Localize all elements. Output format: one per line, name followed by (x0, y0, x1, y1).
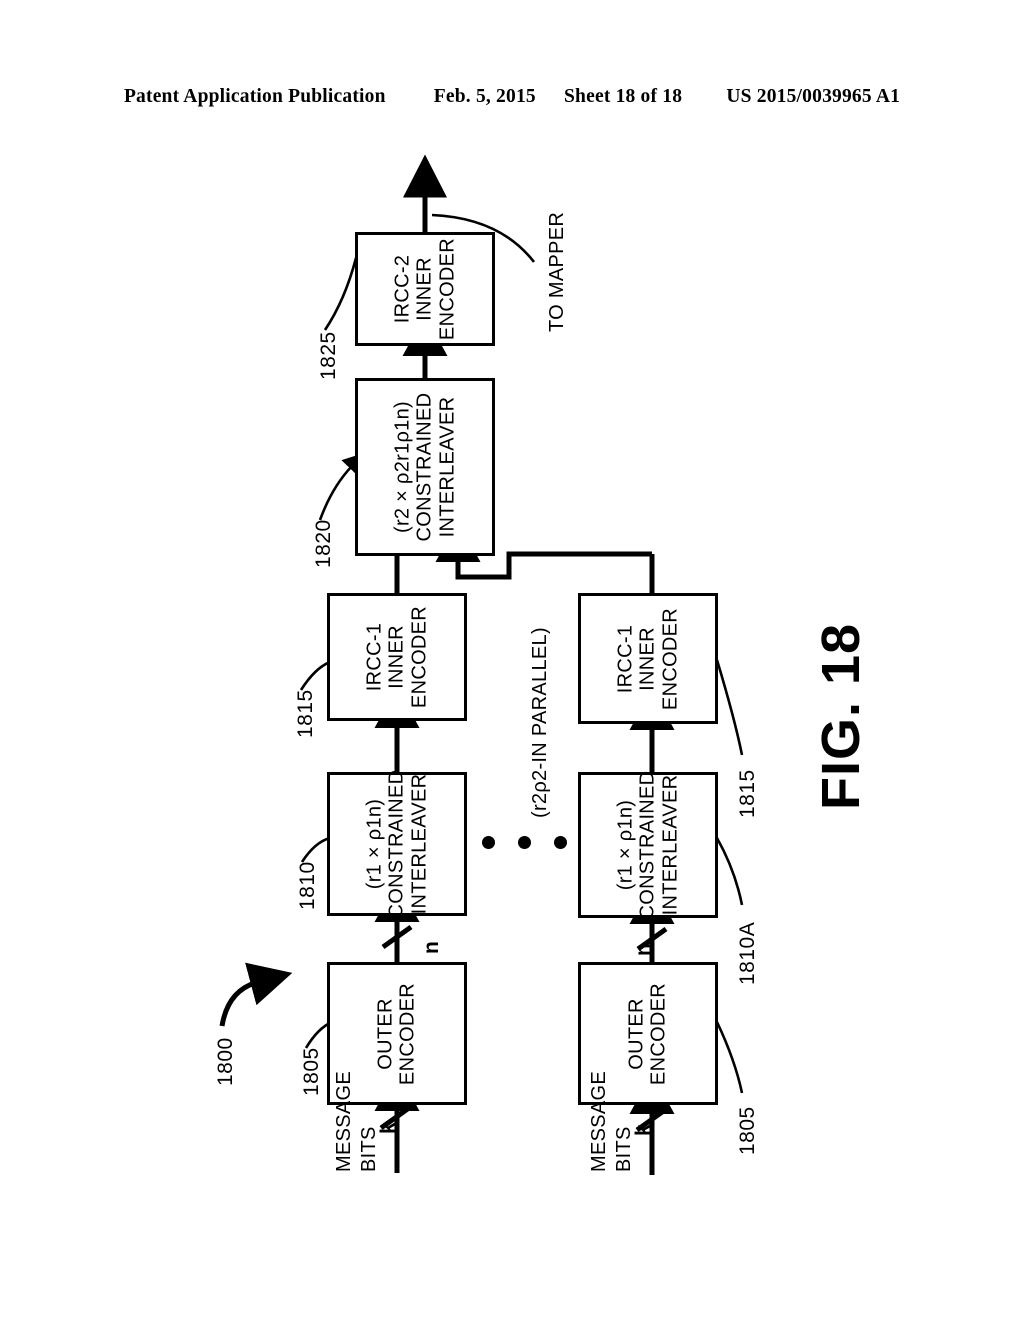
ircc2-line1: IRCC-2 (391, 254, 414, 324)
ircc1-bottom-line3: ENCODER (659, 607, 682, 710)
block-interleaver-top-label: (r1 × ρ1n) CONSTRAINED INTERLEAVER (363, 770, 430, 919)
interleaver2-line1: CONSTRAINED (413, 392, 436, 542)
block-constrained-interleaver-bottom[interactable]: (r1 × ρ1n) CONSTRAINED INTERLEAVER (578, 771, 718, 920)
interleaver-bottom-line2: INTERLEAVER (659, 774, 682, 916)
ref-numeral-1805-bottom: 1805 (736, 1106, 759, 1155)
ref-numeral-1810A-bottom: 1810A (736, 921, 759, 985)
interleaver-bottom-formula: (r1 × ρ1n) (614, 799, 637, 891)
ircc1-bottom-line1: IRCC-1 (614, 624, 637, 693)
interleaver-top-line2: INTERLEAVER (408, 773, 431, 915)
block-outer-encoder-top-label: OUTER ENCODER (375, 982, 420, 1084)
figure-label: FIG. 18 (811, 622, 871, 810)
ircc1-top-line2: INNER (385, 625, 408, 689)
ellipsis-dot-1 (482, 836, 495, 849)
outer-encoder-top-line2: ENCODER (397, 982, 419, 1085)
outer-encoder-top-line1: OUTER (374, 997, 397, 1070)
block-ircc2-inner-encoder[interactable]: IRCC-2 INNER ENCODER (355, 232, 495, 346)
ref-numeral-1820: 1820 (312, 519, 335, 568)
ref-numeral-1800-system: 1800 (214, 1037, 237, 1086)
ref-numeral-1815-top: 1815 (294, 689, 317, 738)
block-interleaver-bottom-label: (r1 × ρ1n) CONSTRAINED INTERLEAVER (614, 771, 681, 920)
ref-numeral-1825: 1825 (317, 331, 340, 380)
ircc1-top-line3: ENCODER (408, 605, 431, 709)
outer-encoder-bottom-line2: ENCODER (648, 982, 670, 1085)
bit-width-k-top: k (377, 1122, 400, 1134)
interleaver-top-formula: (r1 × ρ1n) (363, 798, 386, 890)
ircc1-top-line1: IRCC-1 (363, 622, 386, 692)
interleaver-top-line1: CONSTRAINED (385, 769, 408, 919)
block-ircc1-inner-encoder-bottom[interactable]: IRCC-1 INNER ENCODER (578, 593, 718, 724)
ref-numeral-1805-top: 1805 (300, 1047, 323, 1096)
ellipsis-dot-3 (554, 836, 567, 849)
block-ircc1-inner-encoder-top[interactable]: IRCC-1 INNER ENCODER (327, 593, 467, 721)
bit-width-n-top: n (420, 941, 443, 954)
outer-encoder-bottom-line1: OUTER (625, 997, 648, 1070)
block-outer-encoder-bottom-label: OUTER ENCODER (626, 982, 671, 1084)
message-bits-bottom-line1: MESSAGE (588, 1070, 610, 1172)
ellipsis-dot-2 (518, 836, 531, 849)
message-bits-top-line1: MESSAGE (333, 1070, 355, 1172)
ircc2-line2: INNER (413, 257, 436, 321)
bit-width-n-bottom: n (632, 943, 655, 956)
ircc1-bottom-line2: INNER (636, 626, 659, 691)
output-label-to-mapper: TO MAPPER (546, 211, 568, 332)
ircc2-line3: ENCODER (436, 237, 459, 341)
block-ircc1-top-label: IRCC-1 INNER ENCODER (363, 606, 430, 708)
block-ircc2-label: IRCC-2 INNER ENCODER (391, 238, 458, 340)
block-interleaver2-label: (r2 × ρ2r1ρ1n) CONSTRAINED INTERLEAVER (391, 393, 458, 542)
block-constrained-interleaver-second-stage[interactable]: (r2 × ρ2r1ρ1n) CONSTRAINED INTERLEAVER (355, 378, 495, 556)
bit-width-k-bottom: k (632, 1124, 655, 1136)
ref-numeral-1810-top: 1810 (296, 861, 319, 910)
figure-canvas: IRCC-2 INNER ENCODER (r2 × ρ2r1ρ1n) CONS… (0, 0, 1024, 1320)
interleaver-bottom-line1: CONSTRAINED (636, 770, 659, 920)
interleaver2-line2: INTERLEAVER (436, 396, 459, 538)
interleaver2-formula: (r2 × ρ2r1ρ1n) (391, 401, 414, 534)
block-ircc1-bottom-label: IRCC-1 INNER ENCODER (614, 607, 681, 709)
parallel-branch-note: (r2ρ2-IN PARALLEL) (529, 627, 551, 818)
block-constrained-interleaver-top[interactable]: (r1 × ρ1n) CONSTRAINED INTERLEAVER (327, 770, 467, 919)
ref-numeral-1815-bottom: 1815 (736, 769, 759, 818)
